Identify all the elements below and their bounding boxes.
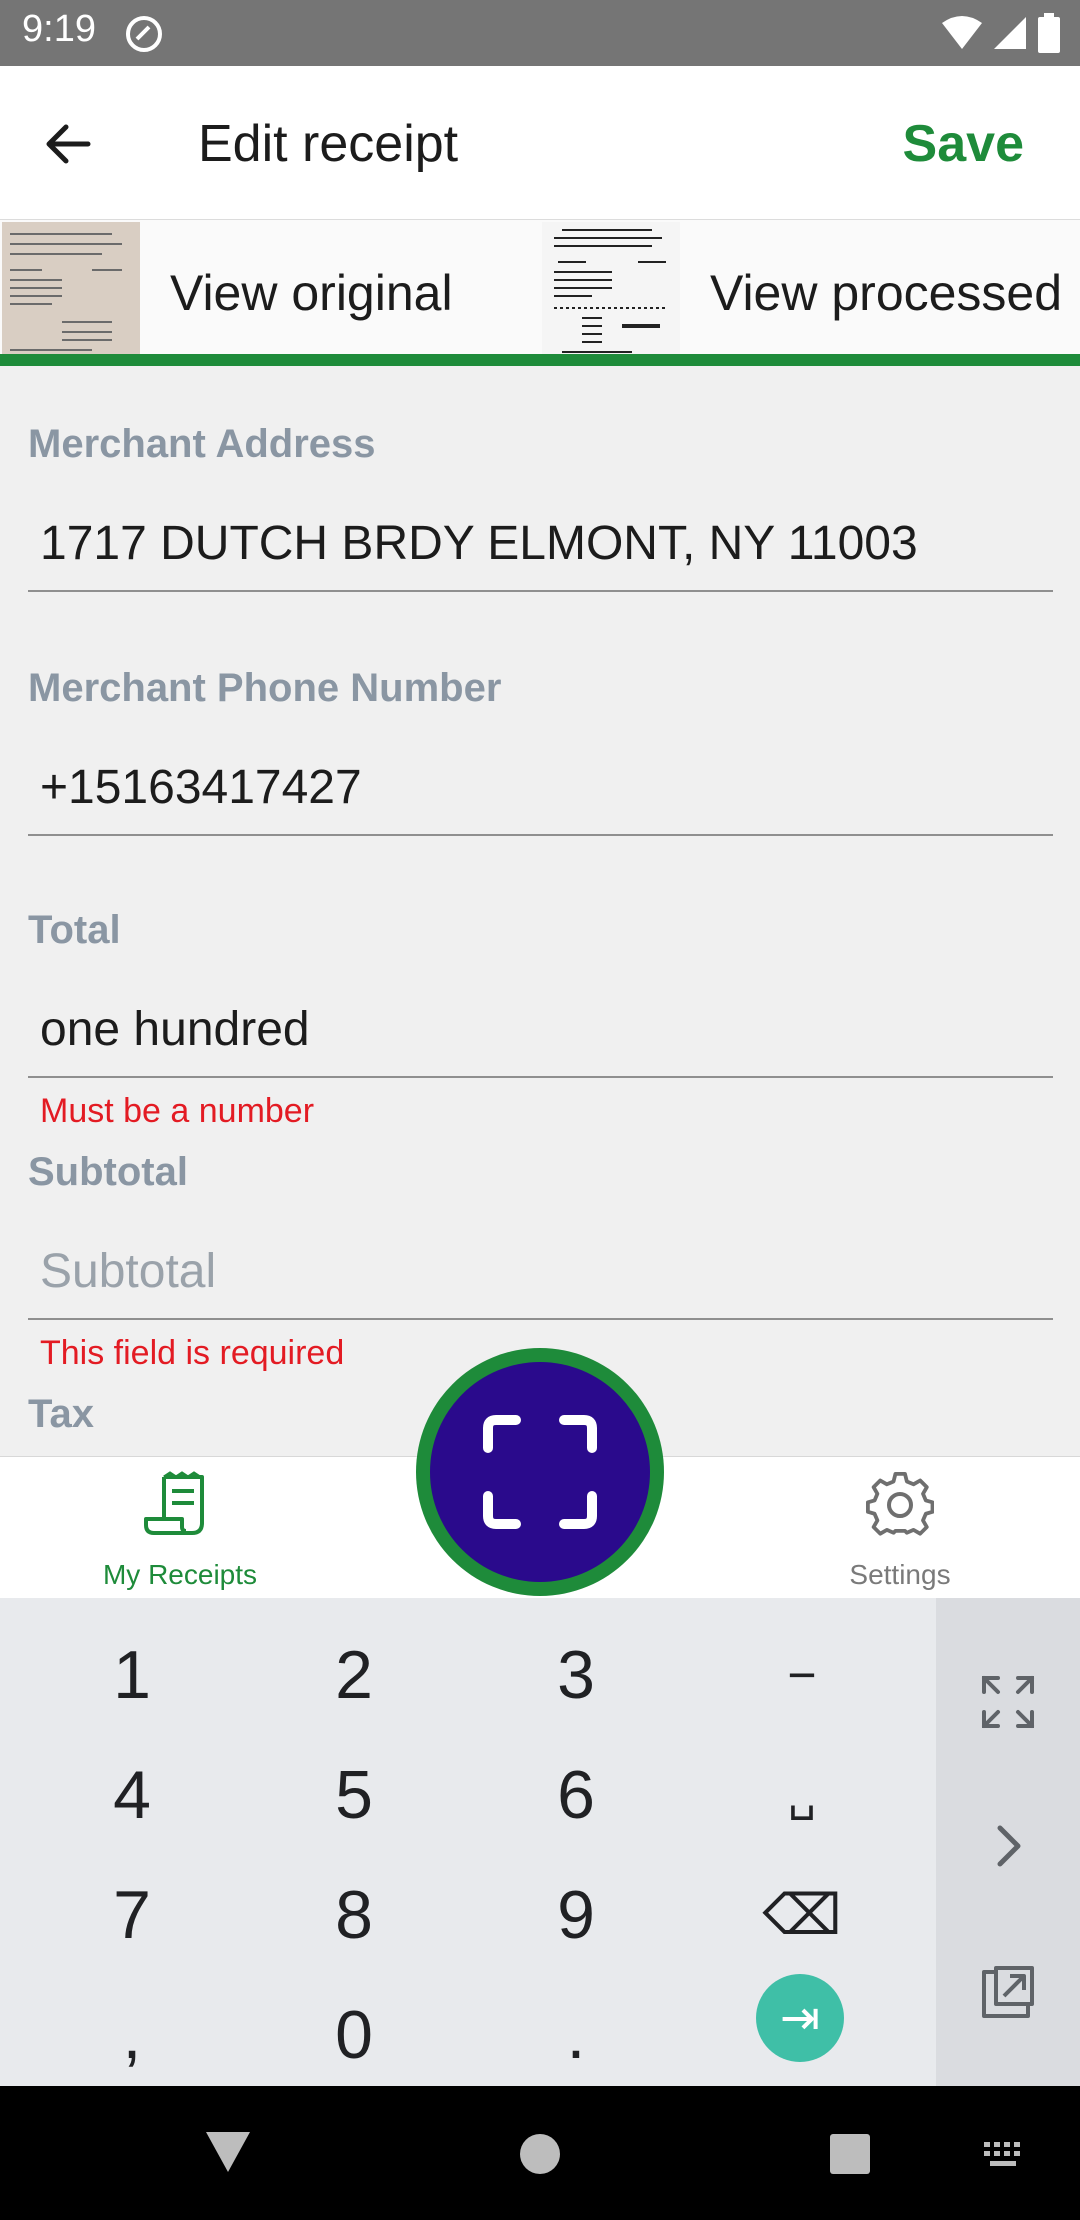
nav-my-receipts[interactable]: My Receipts [0, 1457, 360, 1599]
home-circle-icon[interactable] [518, 2132, 562, 2176]
processed-receipt-thumbnail[interactable] [542, 222, 680, 358]
key-comma[interactable]: , [32, 1976, 232, 2094]
subtotal-label: Subtotal [28, 1150, 188, 1194]
scan-receipt-button[interactable] [416, 1348, 664, 1596]
receipt-image-strip: View original View processed [0, 220, 1080, 366]
key-backspace[interactable]: ⌫ [702, 1856, 902, 1974]
back-triangle-icon[interactable] [204, 2130, 252, 2174]
key-7[interactable]: 7 [32, 1856, 232, 1974]
key-period[interactable]: . [476, 1976, 676, 2094]
app-bar: Edit receipt Save [0, 66, 1080, 220]
key-5[interactable]: 5 [254, 1736, 454, 1854]
merchant-address-input[interactable]: 1717 DUTCH BRDY ELMONT, NY 11003 [28, 496, 1053, 592]
scan-button-inner [430, 1362, 650, 1582]
subtotal-error: This field is required [40, 1334, 345, 1372]
key-0[interactable]: 0 [254, 1976, 454, 2094]
key-next[interactable]: ⇥ [756, 1974, 844, 2062]
nav-settings-label: Settings [849, 1559, 951, 1590]
key-6[interactable]: 6 [476, 1736, 676, 1854]
page-title: Edit receipt [198, 115, 459, 173]
nav-settings[interactable]: Settings [720, 1457, 1080, 1599]
total-error: Must be a number [40, 1092, 315, 1130]
merchant-address-label: Merchant Address [28, 422, 376, 466]
numeric-keyboard: 1 2 3 − 4 5 6 ␣ 7 8 9 ⌫ , 0 . ⇥ [0, 1598, 1080, 2086]
key-3[interactable]: 3 [476, 1616, 676, 1734]
save-button[interactable]: Save [903, 114, 1024, 174]
total-input[interactable]: one hundred [28, 982, 1053, 1078]
receipt-form: Merchant Address 1717 DUTCH BRDY ELMONT,… [0, 366, 1080, 1456]
key-minus[interactable]: − [702, 1616, 902, 1734]
status-time: 9:19 [22, 8, 96, 50]
recents-square-icon[interactable] [828, 2132, 872, 2176]
subtotal-input[interactable]: Subtotal [28, 1224, 1053, 1320]
gear-icon [866, 1471, 934, 1536]
status-bar: 9:19 [0, 0, 1080, 66]
key-4[interactable]: 4 [32, 1736, 232, 1854]
original-receipt-thumbnail[interactable] [2, 222, 140, 358]
merchant-phone-input[interactable]: +15163417427 [28, 740, 1053, 836]
key-1[interactable]: 1 [32, 1616, 232, 1734]
tax-label: Tax [28, 1392, 94, 1436]
key-8[interactable]: 8 [254, 1856, 454, 1974]
battery-icon [1038, 13, 1060, 53]
total-label: Total [28, 908, 121, 952]
key-space[interactable]: ␣ [702, 1736, 902, 1854]
popout-icon[interactable] [976, 1960, 1040, 2024]
signal-icon [994, 17, 1026, 49]
key-9[interactable]: 9 [476, 1856, 676, 1974]
at-sign-icon [126, 16, 162, 52]
keyboard-side-panel [936, 1598, 1080, 2086]
key-2[interactable]: 2 [254, 1616, 454, 1734]
view-processed-tab[interactable]: View processed [710, 264, 1062, 322]
wifi-icon [942, 16, 982, 49]
system-icons [942, 12, 1060, 54]
chevron-right-icon[interactable] [982, 1820, 1034, 1872]
receipt-icon [144, 1471, 204, 1535]
screen: 9:19 Edit receipt Save View original Vie… [0, 0, 1080, 2220]
view-original-tab[interactable]: View original [170, 264, 453, 322]
nav-my-receipts-label: My Receipts [102, 1559, 258, 1590]
arrow-left-icon[interactable] [42, 118, 94, 170]
tab-indicator [0, 354, 1080, 366]
system-navigation-bar [0, 2086, 1080, 2220]
scan-icon [483, 1415, 597, 1529]
keyboard-switch-icon[interactable] [982, 2140, 1028, 2170]
merchant-phone-label: Merchant Phone Number [28, 666, 502, 710]
fullscreen-icon[interactable] [976, 1670, 1040, 1734]
